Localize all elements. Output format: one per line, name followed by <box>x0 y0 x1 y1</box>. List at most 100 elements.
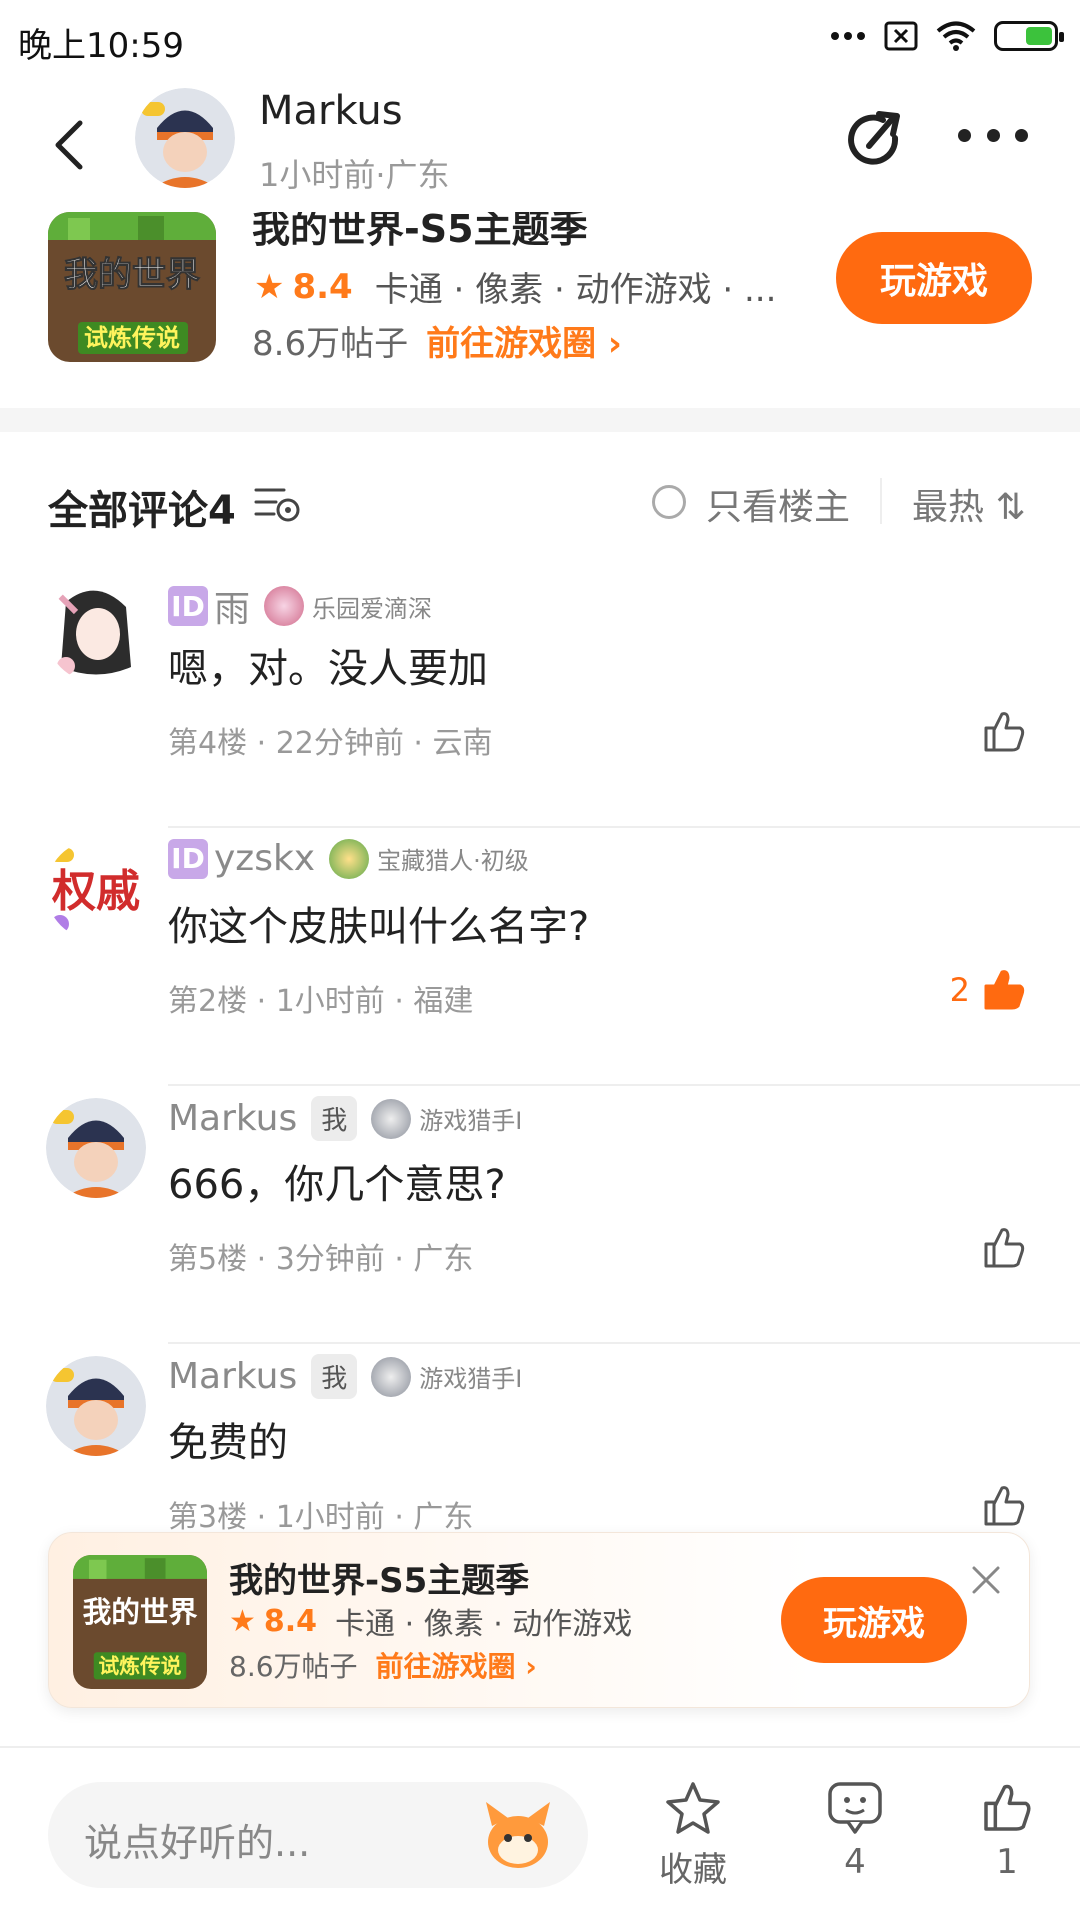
me-tag: 我 <box>311 1096 358 1141</box>
medal-icon <box>371 1356 412 1397</box>
game-score: 8.4 <box>292 266 353 307</box>
star-icon: ★ <box>254 266 285 307</box>
game-icon-title: 我的世界 <box>83 1596 198 1629</box>
thumbs-up-icon <box>984 712 1025 752</box>
thumbs-up-icon <box>984 1784 1031 1831</box>
comment-input[interactable]: 说点好听的... <box>48 1782 588 1888</box>
game-posts-row: 8.6万帖子 前往游戏圈 › <box>252 316 622 365</box>
go-game-circle-link[interactable]: 前往游戏圈 › <box>426 316 622 365</box>
game-icon: 我的世界 试炼传说 <box>73 1555 207 1689</box>
game-title[interactable]: 我的世界-S5主题季 <box>252 212 588 253</box>
comment-count: 4 <box>844 1842 866 1882</box>
user-title: 游戏猎手I <box>419 1365 523 1393</box>
chevron-right-icon: › <box>607 324 622 364</box>
svg-text:权戚: 权戚 <box>51 867 140 916</box>
thumbs-up-icon <box>984 1486 1025 1526</box>
user-title: 游戏猎手I <box>419 1107 523 1135</box>
comment-meta: 第2楼 · 1小时前 · 福建 <box>168 984 474 1019</box>
like-button[interactable] <box>970 1224 1028 1272</box>
game-post-count: 8.6万帖子 <box>252 324 409 364</box>
banner-tags: 卡通 · 像素 · 动作游戏 <box>335 1607 633 1642</box>
battery-charging-icon <box>994 21 1064 51</box>
medal-icon <box>329 838 370 879</box>
banner-play-game-button[interactable]: 玩游戏 <box>781 1577 967 1663</box>
comment-item[interactable]: ID 雨 乐园爱滴深 嗯，对。没人要加 第4楼 · 22分钟前 · 云南 <box>0 570 1080 828</box>
post-like-count: 1 <box>996 1842 1018 1882</box>
comment-count-button[interactable]: 4 <box>800 1780 910 1882</box>
sort-button[interactable]: 最热 ⇅ <box>912 478 1026 530</box>
status-time: 晚上10:59 <box>18 26 184 66</box>
commenter-name-row: ID 雨 乐园爱滴深 <box>168 580 432 632</box>
bottom-bar-divider <box>0 1746 1080 1748</box>
id-badge: ID <box>168 838 208 879</box>
favorite-button[interactable]: 收藏 <box>638 1780 748 1891</box>
commenter-name-row: ID yzskx 宝藏猎人·初级 <box>168 838 529 879</box>
banner-game-title[interactable]: 我的世界-S5主题季 <box>229 1553 529 1602</box>
comment-content: 免费的 <box>168 1420 288 1466</box>
medal-icon <box>264 586 305 626</box>
wifi-icon <box>936 21 976 51</box>
game-rating-row: ★ 8.4 卡通 · 像素 · 动作游戏 · ... <box>254 262 776 311</box>
more-icon[interactable] <box>958 120 1028 150</box>
only-owner-label[interactable]: 只看楼主 <box>706 478 850 530</box>
commenter-avatar[interactable]: 权戚 <box>46 840 146 940</box>
comment-meta: 第3楼 · 1小时前 · 广东 <box>168 1500 474 1535</box>
author-avatar[interactable] <box>135 88 235 188</box>
banner-go-game-circle-link[interactable]: 前往游戏圈 › <box>376 1645 537 1685</box>
commenter-name[interactable]: Markus <box>168 1098 297 1139</box>
comment-meta: 第4楼 · 22分钟前 · 云南 <box>168 726 493 761</box>
comment-content: 666，你几个意思? <box>168 1162 506 1208</box>
game-icon: 我的世界 试炼传说 <box>48 212 216 362</box>
post-like-button[interactable]: 1 <box>952 1780 1062 1882</box>
commenter-name[interactable]: 雨 <box>214 580 250 632</box>
commenter-avatar[interactable] <box>46 1098 146 1198</box>
play-game-button[interactable]: 玩游戏 <box>836 232 1032 324</box>
more-dots-icon <box>831 32 865 40</box>
commenter-name-row: Markus 我 游戏猎手I <box>168 1096 522 1141</box>
comment-input-placeholder: 说点好听的... <box>84 1821 311 1865</box>
share-icon[interactable] <box>843 108 907 172</box>
sim-off-icon <box>884 21 918 51</box>
comment-item[interactable]: Markus 我 游戏猎手I 666，你几个意思? 第5楼 · 3分钟前 · 广… <box>0 1086 1080 1344</box>
commenter-avatar[interactable] <box>46 1356 146 1456</box>
back-icon[interactable] <box>46 115 96 175</box>
only-owner-radio[interactable] <box>652 485 686 519</box>
banner-post-count: 8.6万帖子 <box>229 1650 358 1683</box>
like-button[interactable] <box>970 708 1028 756</box>
comments-title: 全部评论4 <box>48 488 236 534</box>
game-tags: 卡通 · 像素 · 动作游戏 · ... <box>374 270 777 310</box>
comment-content: 嗯，对。没人要加 <box>168 646 488 692</box>
close-icon[interactable] <box>969 1563 1003 1597</box>
like-button[interactable] <box>970 1482 1028 1530</box>
thumbs-up-icon <box>984 1228 1025 1268</box>
banner-posts-row: 8.6万帖子 前往游戏圈 › <box>229 1645 537 1685</box>
game-card[interactable]: 我的世界试炼传说 我的世界-S5主题季 ★ 8.4 卡通 · 像素 · 动作游戏… <box>0 212 1080 407</box>
comment-meta: 第5楼 · 3分钟前 · 广东 <box>168 1242 474 1277</box>
like-count: 2 <box>949 971 970 1009</box>
filter-settings-icon[interactable] <box>254 484 302 524</box>
game-icon-subtitle: 试炼传说 <box>99 1654 182 1678</box>
comment-bubble-icon <box>828 1782 882 1834</box>
star-icon: ★ <box>229 1603 256 1639</box>
sort-icon: ⇅ <box>995 487 1026 528</box>
medal-icon <box>371 1098 412 1139</box>
chevron-right-icon: › <box>525 1650 537 1683</box>
me-tag: 我 <box>311 1354 358 1399</box>
game-icon-title: 我的世界 <box>64 256 200 294</box>
game-icon-subtitle: 试炼传说 <box>84 324 180 352</box>
comment-content: 你这个皮肤叫什么名字? <box>168 904 590 950</box>
floating-game-banner[interactable]: 我的世界试炼传说 我的世界-S5主题季 ★ 8.4 卡通 · 像素 · 动作游戏… <box>48 1532 1030 1708</box>
favorite-label: 收藏 <box>659 1850 727 1890</box>
commenter-avatar[interactable] <box>46 582 146 682</box>
author-name[interactable]: Markus <box>259 88 403 134</box>
user-title: 宝藏猎人·初级 <box>377 847 529 875</box>
author-meta: 1小时前·广东 <box>259 156 450 194</box>
like-button[interactable]: 2 <box>950 966 1028 1014</box>
thumbs-up-filled-icon <box>984 970 1025 1010</box>
user-title: 乐园爱滴深 <box>312 594 433 623</box>
banner-rating-row: ★ 8.4 卡通 · 像素 · 动作游戏 <box>229 1599 632 1643</box>
commenter-name[interactable]: Markus <box>168 1356 297 1397</box>
comment-item[interactable]: 权戚 ID yzskx 宝藏猎人·初级 你这个皮肤叫什么名字? 第2楼 · 1小… <box>0 828 1080 1086</box>
commenter-name[interactable]: yzskx <box>214 838 315 879</box>
mascot-emoji-icon[interactable] <box>478 1796 558 1876</box>
